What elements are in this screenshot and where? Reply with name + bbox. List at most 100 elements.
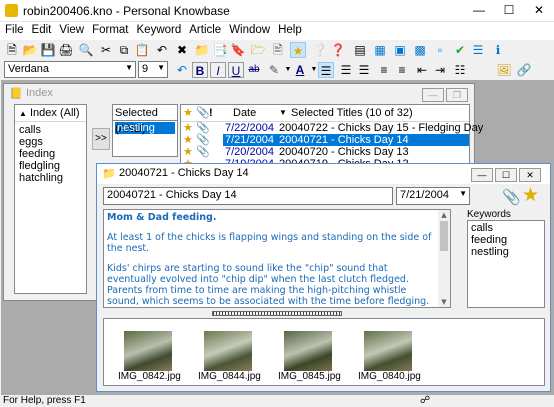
attachment-item[interactable]: IMG_0840.jpg bbox=[358, 331, 421, 382]
spellcheck-icon[interactable]: ✔ bbox=[452, 42, 468, 58]
title-row[interactable]: ★ 📎 7/22/2004 20040722 - Chicks Day 15 -… bbox=[181, 122, 483, 134]
help-icon[interactable]: ❔ bbox=[312, 42, 328, 58]
align-left-icon[interactable]: ☰ bbox=[318, 62, 334, 78]
selected-item[interactable]: nestling bbox=[115, 122, 175, 134]
font-size-select[interactable]: 9 ▼ bbox=[138, 61, 168, 78]
close-button[interactable]: ✕ bbox=[524, 0, 554, 22]
undo-icon[interactable]: ↶ bbox=[154, 42, 170, 58]
scroll-down-icon[interactable]: ▼ bbox=[438, 297, 450, 307]
title-row[interactable]: ★ 📎 7/20/2004 20040720 - Chicks Day 13 bbox=[181, 146, 469, 158]
article-minimize-button[interactable]: — bbox=[471, 168, 493, 182]
new-folder-icon[interactable]: 📁 bbox=[194, 42, 210, 58]
favorite-star-icon[interactable]: ★ bbox=[290, 42, 306, 58]
insert-table-icon[interactable]: ☷ bbox=[452, 62, 468, 78]
strikethrough-button[interactable]: ab bbox=[246, 62, 262, 78]
save-icon[interactable]: 💾 bbox=[40, 42, 56, 58]
index-item[interactable]: calls bbox=[19, 124, 84, 136]
priority-column-icon[interactable]: ! bbox=[209, 105, 213, 121]
insert-link-icon[interactable]: 🔗 bbox=[516, 62, 532, 78]
star-column-icon[interactable]: ★ bbox=[183, 105, 193, 121]
index-restore-button[interactable]: ❐ bbox=[446, 88, 468, 102]
maximize-button[interactable]: ☐ bbox=[494, 0, 524, 22]
attachment-column-icon[interactable]: 📎 bbox=[196, 105, 210, 121]
keyword-item[interactable]: feeding bbox=[471, 234, 541, 246]
italic-button[interactable]: I bbox=[210, 62, 226, 78]
star-icon: ★ bbox=[183, 146, 193, 158]
index-item[interactable]: fledgling bbox=[19, 160, 84, 172]
bullets-icon[interactable]: ≡ bbox=[376, 62, 392, 78]
delete-icon[interactable]: ✖ bbox=[174, 42, 190, 58]
article-body-editor[interactable]: Mom & Dad feeding. At least 1 of the chi… bbox=[103, 209, 451, 308]
open-icon[interactable]: 📂 bbox=[22, 42, 38, 58]
index-list[interactable]: ▲ Index (All) calls eggs feeding fledgli… bbox=[14, 104, 87, 294]
attachment-item[interactable]: IMG_0842.jpg bbox=[118, 331, 181, 382]
layout-2-icon[interactable]: ▦ bbox=[372, 42, 388, 58]
body-scrollbar[interactable]: ▲ ▼ bbox=[438, 210, 450, 307]
undo-format-icon[interactable]: ↶ bbox=[174, 62, 190, 78]
copy-icon[interactable]: ⧉ bbox=[116, 42, 132, 58]
menu-view[interactable]: View bbox=[54, 22, 87, 36]
index-item[interactable]: hatchling bbox=[19, 172, 84, 184]
attachment-icon[interactable]: 📎 bbox=[502, 188, 521, 206]
article-icon[interactable]: 📑 bbox=[212, 42, 228, 58]
keyword-icon[interactable]: 🔖 bbox=[230, 42, 246, 58]
align-center-icon[interactable]: ☰ bbox=[338, 62, 354, 78]
pane-splitter[interactable] bbox=[212, 311, 342, 316]
layout-1-icon[interactable]: ▤ bbox=[352, 42, 368, 58]
index-list-header[interactable]: ▲ Index (All) bbox=[15, 105, 86, 122]
add-to-selected-button[interactable]: >> bbox=[92, 128, 110, 150]
attachment-item[interactable]: IMG_0845.jpg bbox=[278, 331, 341, 382]
keyword-item[interactable]: nestling bbox=[471, 246, 541, 258]
layout-5-icon[interactable]: ▫ bbox=[432, 42, 448, 58]
print-preview-icon[interactable]: 🖹 bbox=[270, 42, 286, 58]
article-close-button[interactable]: ✕ bbox=[519, 168, 541, 182]
menu-format[interactable]: Format bbox=[87, 22, 131, 36]
find-icon[interactable]: 🔍 bbox=[78, 42, 94, 58]
minimize-button[interactable]: — bbox=[464, 0, 494, 22]
article-maximize-button[interactable]: ☐ bbox=[495, 168, 517, 182]
cut-icon[interactable]: ✂ bbox=[98, 42, 114, 58]
article-date-field[interactable]: 7/21/2004 ▼ bbox=[396, 187, 470, 205]
main-toolbar: 🗎 📂 💾 🖨 🔍 ✂ ⧉ 📋 ↶ ✖ 📁 📑 🔖 🗁 🖹 ★ ❔ ❓ ▤ ▦ … bbox=[0, 40, 554, 60]
keyword-item[interactable]: calls bbox=[471, 222, 541, 234]
index-minimize-button[interactable]: — bbox=[422, 88, 444, 102]
row-title: 20040720 - Chicks Day 13 bbox=[279, 146, 409, 158]
folder-icon[interactable]: 🗁 bbox=[250, 42, 266, 58]
align-right-icon[interactable]: ☰ bbox=[356, 62, 372, 78]
row-date: 7/20/2004 bbox=[225, 146, 274, 158]
indent-icon[interactable]: ⇥ bbox=[432, 62, 448, 78]
titles-column-header[interactable]: Selected Titles (10 of 32) bbox=[291, 105, 413, 121]
scroll-thumb[interactable] bbox=[440, 221, 448, 251]
print-icon[interactable]: 🖨 bbox=[58, 42, 74, 58]
font-name-select[interactable]: Verdana ▼ bbox=[4, 61, 136, 78]
paste-icon[interactable]: 📋 bbox=[134, 42, 150, 58]
list-icon[interactable]: ☰ bbox=[470, 42, 486, 58]
date-column-header[interactable]: Date bbox=[233, 105, 256, 121]
insert-image-icon[interactable]: 🖼 bbox=[496, 62, 512, 78]
outdent-icon[interactable]: ⇤ bbox=[414, 62, 430, 78]
menu-window[interactable]: Window bbox=[224, 22, 273, 36]
info-icon[interactable]: ℹ bbox=[490, 42, 506, 58]
menu-keyword[interactable]: Keyword bbox=[132, 22, 185, 36]
attachment-item[interactable]: IMG_0844.jpg bbox=[198, 331, 261, 382]
menu-help[interactable]: Help bbox=[273, 22, 305, 36]
menu-edit[interactable]: Edit bbox=[27, 22, 55, 36]
layout-4-icon[interactable]: ▩ bbox=[412, 42, 428, 58]
title-row-selected[interactable]: ★ 📎 7/21/2004 20040721 - Chicks Day 14 bbox=[181, 134, 469, 146]
underline-button[interactable]: U bbox=[228, 62, 244, 78]
article-title-field[interactable]: 20040721 - Chicks Day 14 bbox=[103, 187, 393, 205]
context-help-icon[interactable]: ❓ bbox=[330, 42, 346, 58]
bold-button[interactable]: B bbox=[192, 62, 208, 78]
menu-article[interactable]: Article bbox=[184, 22, 224, 36]
layout-3-icon[interactable]: ▣ bbox=[392, 42, 408, 58]
favorite-star-icon[interactable]: ★ bbox=[522, 184, 539, 207]
keywords-list[interactable]: calls feeding nestling bbox=[467, 220, 545, 308]
index-item[interactable]: feeding bbox=[19, 148, 84, 160]
numbering-icon[interactable]: ≡ bbox=[394, 62, 410, 78]
attachments-panel: IMG_0842.jpg IMG_0844.jpg IMG_0845.jpg I… bbox=[103, 318, 545, 386]
titles-list-header: ★ 📎 ! Date ▼ Selected Titles (10 of 32) bbox=[181, 105, 469, 122]
new-icon[interactable]: 🗎 bbox=[4, 42, 20, 58]
scroll-up-icon[interactable]: ▲ bbox=[438, 210, 450, 220]
menu-file[interactable]: File bbox=[0, 22, 27, 36]
index-item[interactable]: eggs bbox=[19, 136, 84, 148]
